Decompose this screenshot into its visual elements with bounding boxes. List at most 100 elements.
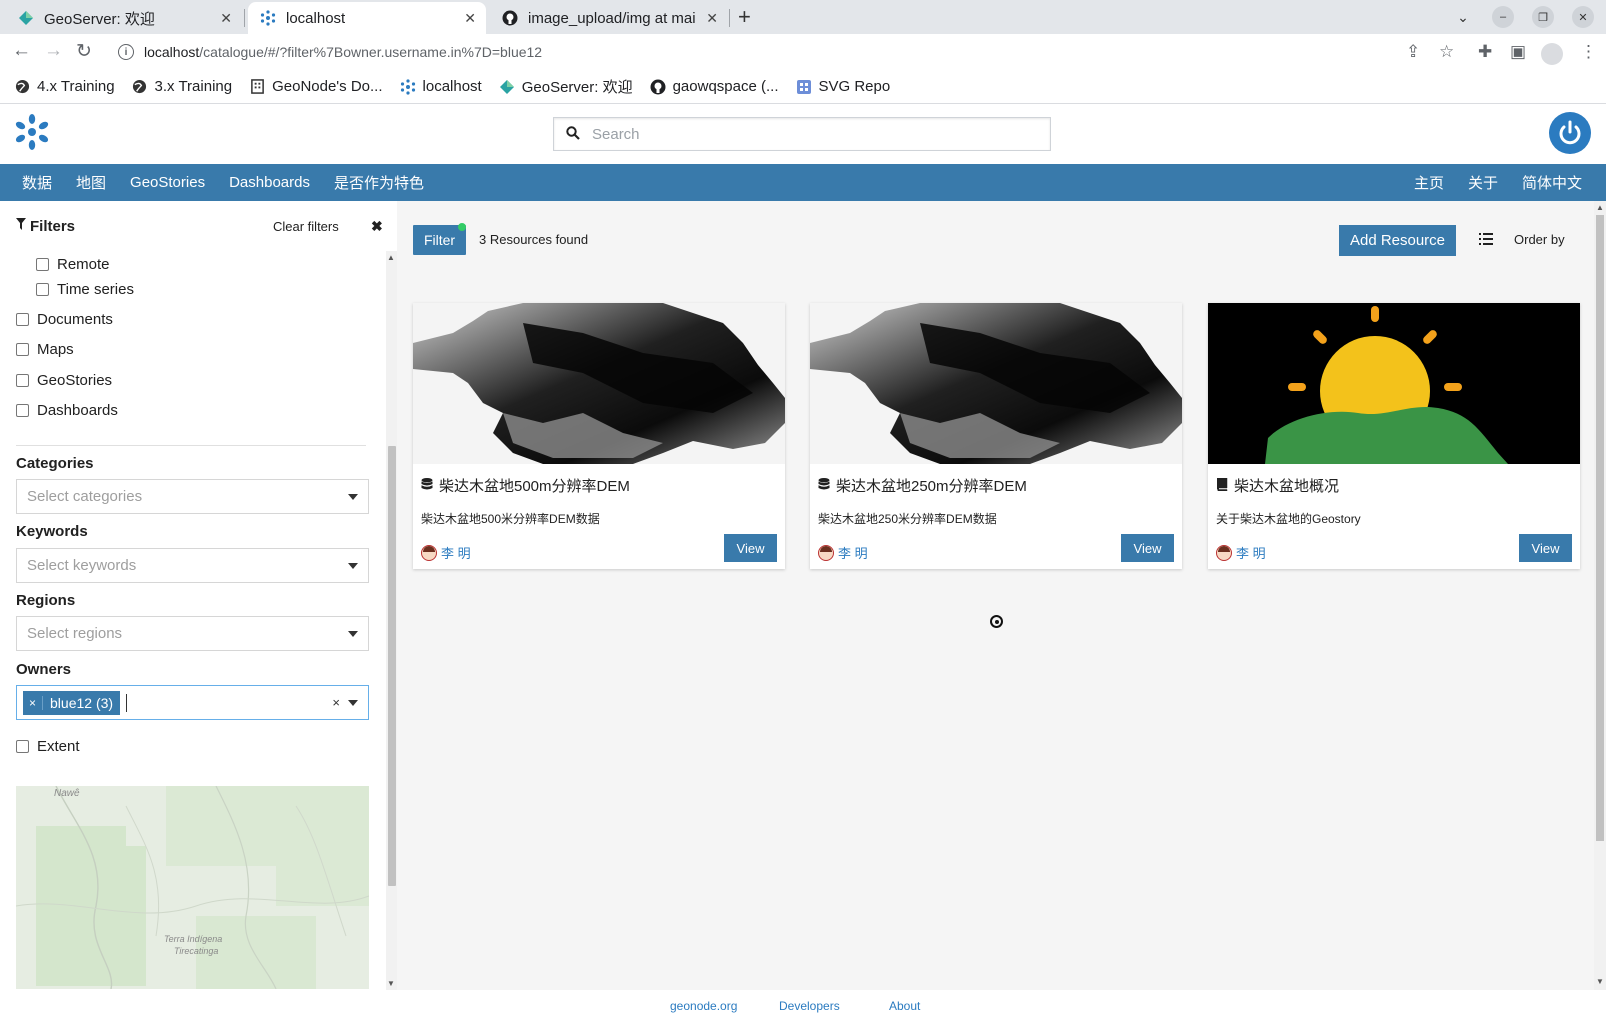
menu-item-data[interactable]: 数据 xyxy=(22,172,52,193)
clear-selection-icon[interactable]: × xyxy=(332,695,340,710)
menu-item-maps[interactable]: 地图 xyxy=(76,172,106,193)
tab-localhost[interactable]: localhost ✕ xyxy=(248,2,486,34)
bookmark-svg-repo[interactable]: SVG Repo xyxy=(796,78,890,95)
bookmark-3x-training[interactable]: 3.x Training xyxy=(132,78,232,95)
main-scrollbar[interactable]: ▲ ▼ xyxy=(1594,201,1606,990)
info-icon[interactable]: i xyxy=(118,44,134,60)
view-button[interactable]: View xyxy=(724,534,777,562)
checkbox-time-series[interactable]: Time series xyxy=(36,281,134,298)
app-header xyxy=(0,104,1606,164)
side-panel-icon[interactable]: ▣ xyxy=(1510,42,1526,62)
forward-button[interactable]: → xyxy=(44,40,63,62)
book-icon xyxy=(1216,477,1228,494)
keywords-select[interactable]: Select keywords xyxy=(16,548,369,583)
view-button[interactable]: View xyxy=(1121,534,1174,562)
close-filters-icon[interactable]: ✖ xyxy=(371,218,383,235)
sunrise-thumbnail[interactable] xyxy=(1208,303,1580,464)
scroll-up-icon[interactable]: ▲ xyxy=(387,253,395,262)
remove-tag-icon[interactable]: × xyxy=(23,695,44,710)
menu-item-featured[interactable]: 是否作为特色 xyxy=(334,172,424,193)
bookmark-4x-training[interactable]: 4.x Training xyxy=(14,78,115,95)
share-icon[interactable]: ⇪ xyxy=(1406,42,1420,62)
database-icon xyxy=(818,477,830,494)
search-icon xyxy=(566,125,580,143)
back-button[interactable]: ← xyxy=(12,40,31,62)
resource-card[interactable]: 柴达木盆地概况 关于柴达木盆地的Geostory 李 明 View xyxy=(1208,303,1580,569)
order-by-dropdown[interactable]: Order by xyxy=(1514,232,1565,247)
menu-item-geostories[interactable]: GeoStories xyxy=(130,174,205,191)
checkbox-box[interactable] xyxy=(16,404,29,417)
card-owner-link[interactable]: 李 明 xyxy=(1216,543,1266,562)
menu-item-dashboards[interactable]: Dashboards xyxy=(229,174,310,191)
reload-button[interactable]: ↻ xyxy=(76,40,92,63)
map-label: Terra Indígena xyxy=(164,934,223,944)
footer-link-developers[interactable]: Developers xyxy=(779,999,840,1013)
caret-down-icon xyxy=(348,494,358,500)
scrollbar-thumb[interactable] xyxy=(1596,215,1604,841)
main-menu: 数据 地图 GeoStories Dashboards 是否作为特色 主页 关于… xyxy=(0,164,1606,201)
dem-thumbnail[interactable] xyxy=(810,303,1182,464)
star-icon[interactable]: ☆ xyxy=(1439,42,1454,62)
card-owner-link[interactable]: 李 明 xyxy=(421,543,471,562)
scroll-up-icon[interactable]: ▲ xyxy=(1596,203,1604,212)
restore-button[interactable]: ❐ xyxy=(1532,6,1554,28)
menu-item-home[interactable]: 主页 xyxy=(1414,172,1444,193)
resource-card[interactable]: 柴达木盆地500m分辨率DEM 柴达木盆地500米分辨率DEM数据 李 明 Vi… xyxy=(413,303,785,569)
search-input[interactable] xyxy=(592,125,1012,143)
language-selector[interactable]: 简体中文 xyxy=(1522,172,1582,193)
add-resource-button[interactable]: Add Resource xyxy=(1339,225,1456,256)
new-tab-button[interactable]: + xyxy=(738,4,751,30)
regions-select[interactable]: Select regions xyxy=(16,616,369,651)
footer-link-about[interactable]: About xyxy=(889,999,920,1013)
checkbox-extent[interactable]: Extent xyxy=(16,738,80,755)
dem-thumbnail[interactable] xyxy=(413,303,785,464)
checkbox-box[interactable] xyxy=(36,283,49,296)
list-view-icon[interactable] xyxy=(1479,232,1493,245)
footer-link-geonode[interactable]: geonode.org xyxy=(670,999,737,1013)
tab-github[interactable]: image_upload/img at mai ✕ xyxy=(490,2,728,34)
bookmark-localhost[interactable]: localhost xyxy=(400,78,482,95)
scrollbar-thumb[interactable] xyxy=(388,446,396,886)
checkbox-box[interactable] xyxy=(16,343,29,356)
checkbox-box[interactable] xyxy=(16,313,29,326)
power-icon[interactable] xyxy=(1549,112,1591,154)
menu-icon[interactable]: ⋮ xyxy=(1580,42,1597,62)
tab-geoserver[interactable]: GeoServer: 欢迎 ✕ xyxy=(6,2,242,34)
checkbox-documents[interactable]: Documents xyxy=(16,311,113,328)
owners-select[interactable]: × blue12 (3) × xyxy=(16,685,369,720)
card-title[interactable]: 柴达木盆地概况 xyxy=(1216,475,1339,496)
scroll-down-icon[interactable]: ▼ xyxy=(1596,977,1604,986)
checkbox-box[interactable] xyxy=(16,374,29,387)
window-close-button[interactable]: ✕ xyxy=(1572,6,1594,28)
geonode-logo[interactable] xyxy=(12,112,52,152)
scroll-down-icon[interactable]: ▼ xyxy=(387,979,395,988)
extensions-icon[interactable]: ✚ xyxy=(1478,42,1492,62)
checkbox-remote[interactable]: Remote xyxy=(36,256,110,273)
minimize-button[interactable]: – xyxy=(1492,6,1514,28)
categories-select[interactable]: Select categories xyxy=(16,479,369,514)
close-icon[interactable]: ✕ xyxy=(464,10,476,27)
checkbox-maps[interactable]: Maps xyxy=(16,341,74,358)
checkbox-dashboards[interactable]: Dashboards xyxy=(16,402,118,419)
card-title[interactable]: 柴达木盆地500m分辨率DEM xyxy=(421,475,630,496)
close-icon[interactable]: ✕ xyxy=(220,10,232,27)
extent-map[interactable]: Nawê Terra Indígena Tirecatinga xyxy=(16,786,369,989)
bookmark-geonode-docs[interactable]: GeoNode's Do... xyxy=(249,78,383,95)
filters-header: Filters Clear filters ✖ xyxy=(16,217,383,235)
view-button[interactable]: View xyxy=(1519,534,1572,562)
bookmark-geoserver[interactable]: GeoServer: 欢迎 xyxy=(499,76,633,97)
resource-card[interactable]: 柴达木盆地250m分辨率DEM 柴达木盆地250米分辨率DEM数据 李 明 Vi… xyxy=(810,303,1182,569)
card-title[interactable]: 柴达木盆地250m分辨率DEM xyxy=(818,475,1027,496)
geonode-icon xyxy=(260,10,276,26)
checkbox-box[interactable] xyxy=(16,740,29,753)
close-icon[interactable]: ✕ xyxy=(706,10,718,27)
chevron-down-icon[interactable]: ⌄ xyxy=(1452,6,1474,28)
checkbox-geostories[interactable]: GeoStories xyxy=(16,372,112,389)
url-field[interactable]: i localhost/catalogue/#/?filter%7Bowner.… xyxy=(112,38,1367,66)
bookmark-gaowqspace[interactable]: gaowqspace (... xyxy=(650,78,779,95)
profile-avatar[interactable] xyxy=(1541,43,1563,65)
clear-filters-link[interactable]: Clear filters xyxy=(273,219,339,234)
checkbox-box[interactable] xyxy=(36,258,49,271)
card-owner-link[interactable]: 李 明 xyxy=(818,543,868,562)
menu-item-about[interactable]: 关于 xyxy=(1468,172,1498,193)
